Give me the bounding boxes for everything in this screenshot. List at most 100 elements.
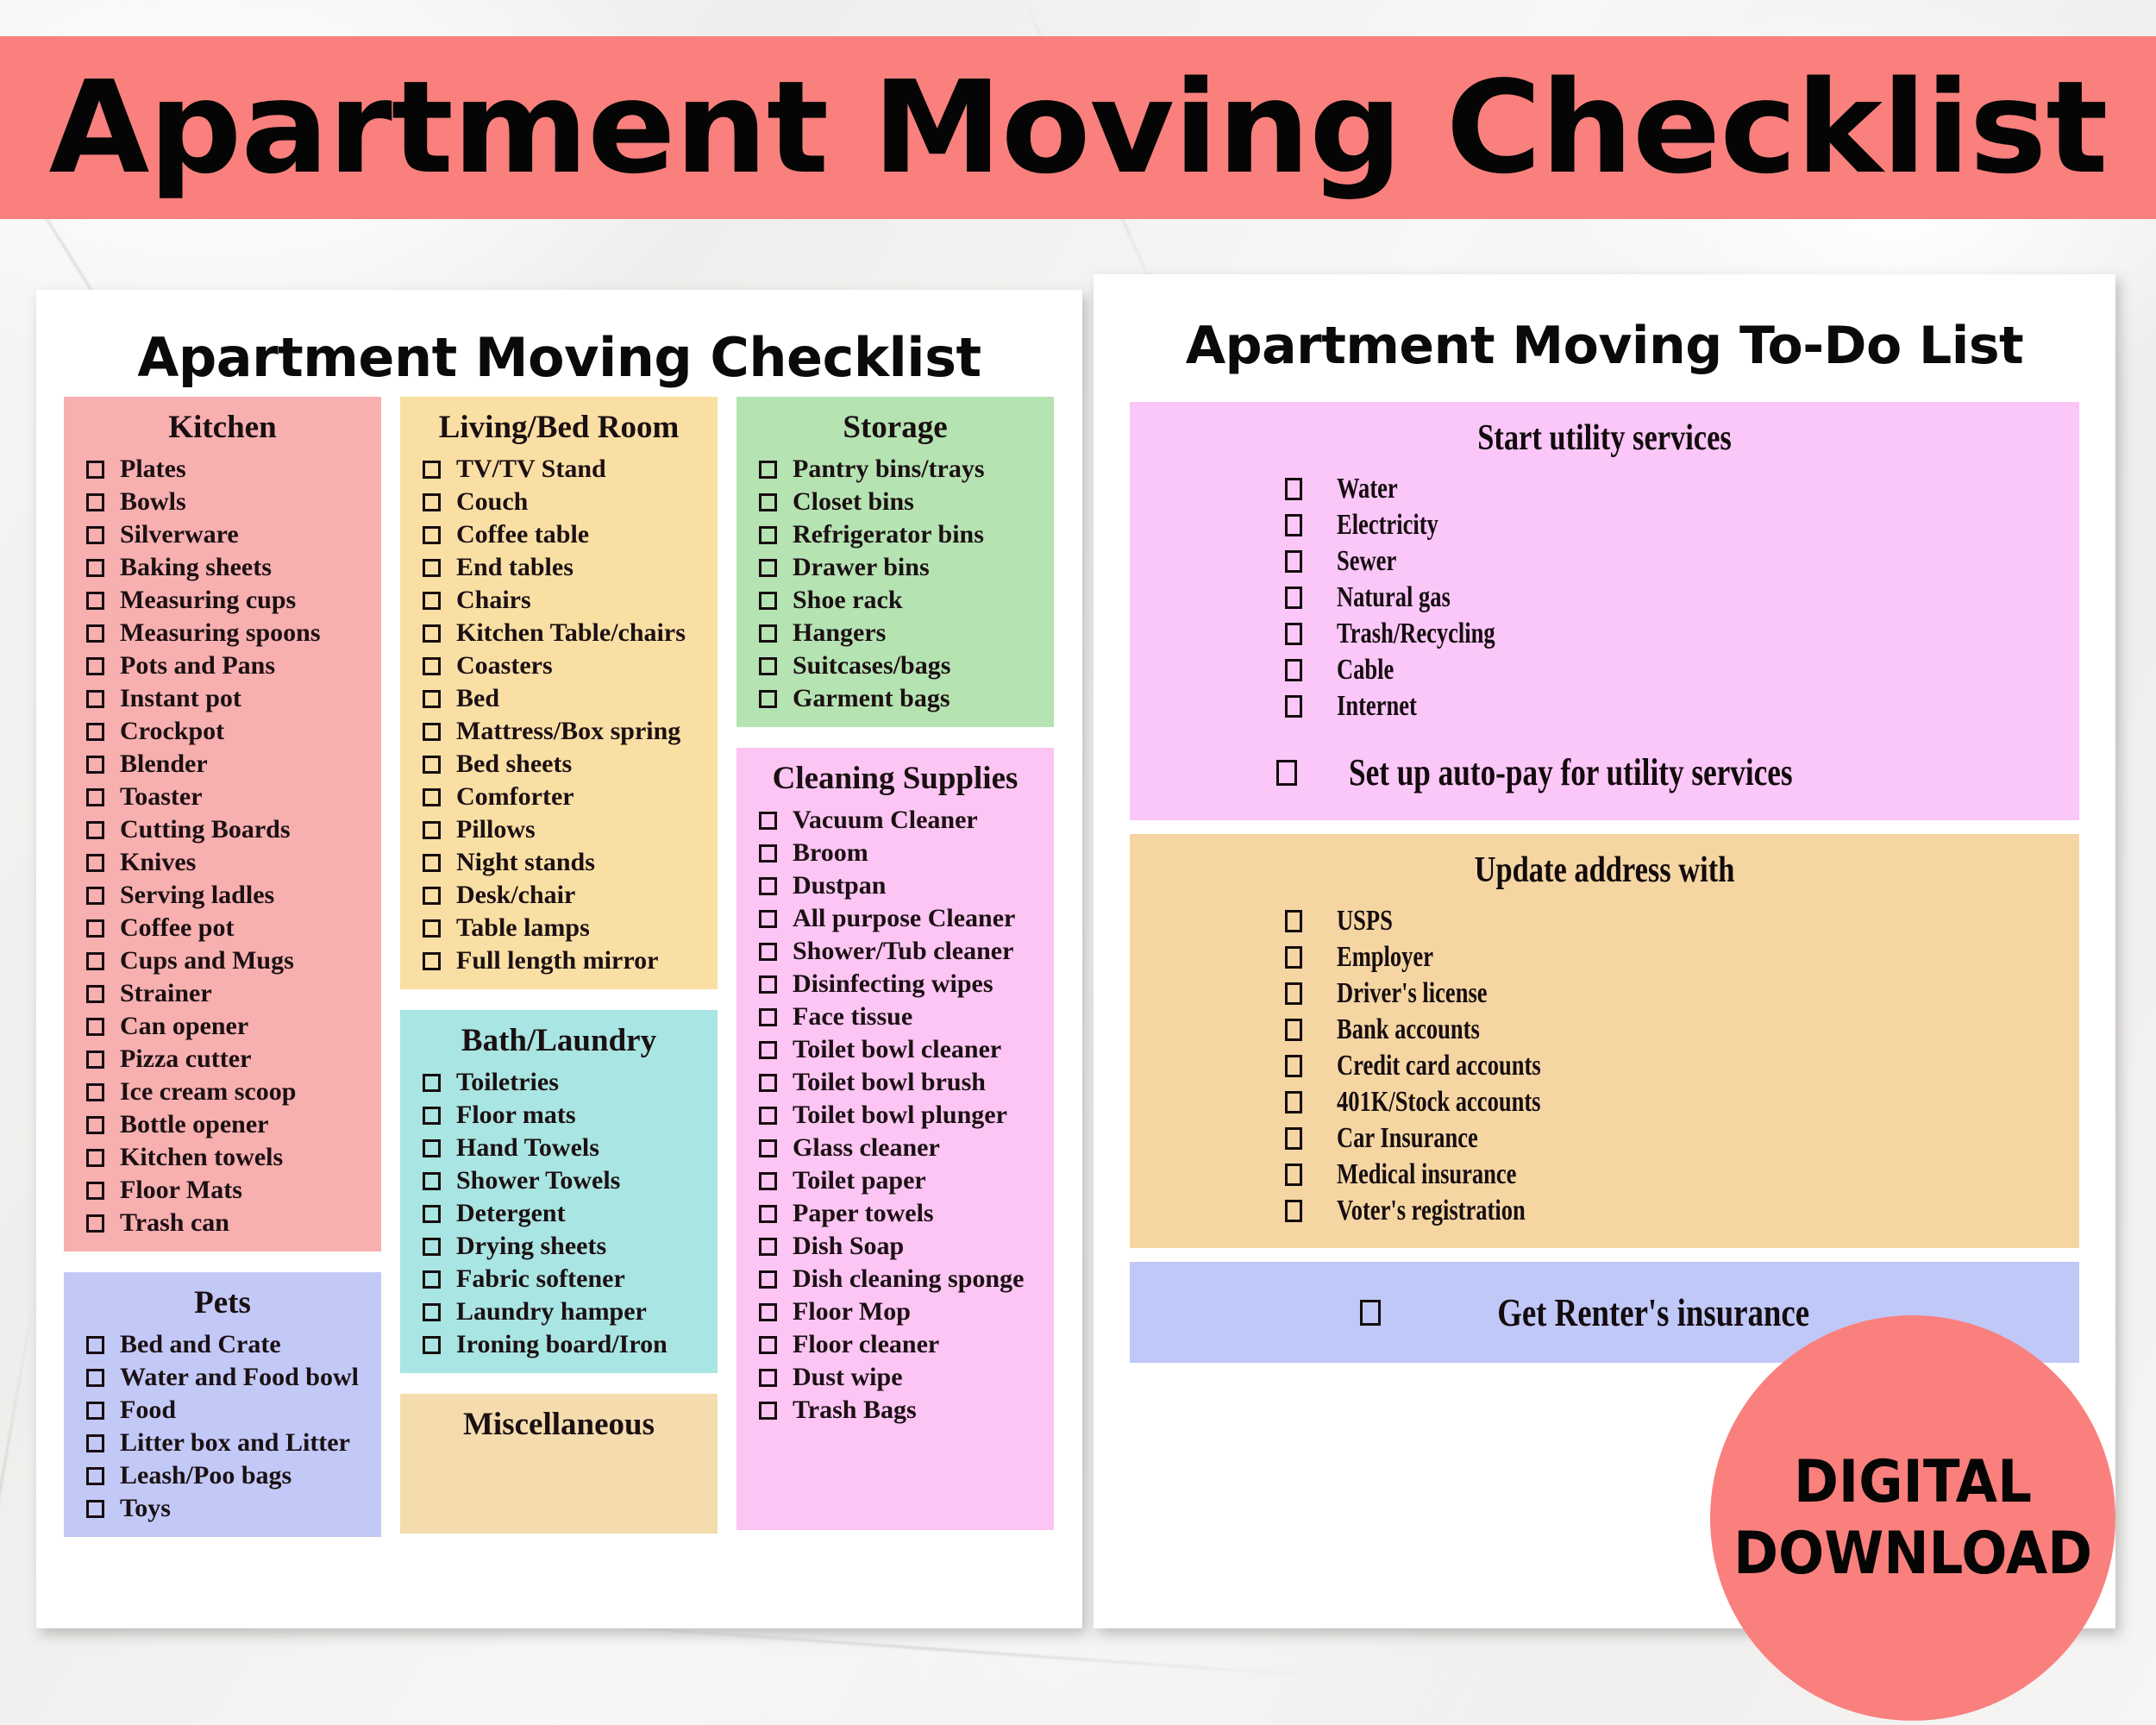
checkbox-icon[interactable] bbox=[759, 1237, 777, 1256]
checklist-item[interactable]: Mattress/Box spring bbox=[400, 715, 718, 748]
checkbox-icon[interactable] bbox=[1285, 1055, 1302, 1077]
checklist-item[interactable]: Coffee table bbox=[400, 518, 718, 551]
checkbox-icon[interactable] bbox=[759, 1138, 777, 1157]
checkbox-icon[interactable] bbox=[759, 942, 777, 961]
checkbox-icon[interactable] bbox=[423, 1335, 441, 1354]
checklist-item[interactable]: Broom bbox=[736, 837, 1054, 869]
checklist-item[interactable]: Toys bbox=[64, 1492, 381, 1525]
checkbox-icon[interactable] bbox=[423, 886, 441, 905]
checkbox-icon[interactable] bbox=[86, 1050, 104, 1069]
checkbox-icon[interactable] bbox=[1360, 1299, 1382, 1326]
checklist-item[interactable]: Couch bbox=[400, 486, 718, 518]
todo-item[interactable]: Internet bbox=[1285, 688, 2079, 724]
checkbox-icon[interactable] bbox=[86, 820, 104, 839]
checkbox-icon[interactable] bbox=[759, 1073, 777, 1092]
checklist-item[interactable]: Crockpot bbox=[64, 715, 381, 748]
checkbox-icon[interactable] bbox=[759, 1368, 777, 1387]
todo-item[interactable]: Trash/Recycling bbox=[1285, 616, 2079, 652]
checkbox-icon[interactable] bbox=[759, 1335, 777, 1354]
checkbox-icon[interactable] bbox=[86, 492, 104, 511]
checkbox-icon[interactable] bbox=[423, 1171, 441, 1190]
checkbox-icon[interactable] bbox=[86, 951, 104, 970]
checklist-item[interactable]: Drawer bins bbox=[736, 551, 1054, 584]
checklist-item[interactable]: Can opener bbox=[64, 1010, 381, 1043]
checklist-item[interactable]: Table lamps bbox=[400, 912, 718, 944]
checklist-item[interactable]: Pizza cutter bbox=[64, 1043, 381, 1076]
checkbox-icon[interactable] bbox=[86, 460, 104, 479]
checkbox-icon[interactable] bbox=[759, 1106, 777, 1125]
checkbox-icon[interactable] bbox=[86, 1433, 104, 1452]
checklist-item[interactable]: End tables bbox=[400, 551, 718, 584]
checklist-item[interactable]: Refrigerator bins bbox=[736, 518, 1054, 551]
checklist-item[interactable]: Baking sheets bbox=[64, 551, 381, 584]
checkbox-icon[interactable] bbox=[1285, 910, 1302, 932]
checklist-item[interactable]: All purpose Cleaner bbox=[736, 902, 1054, 935]
checklist-item[interactable]: Shower Towels bbox=[400, 1164, 718, 1197]
checkbox-icon[interactable] bbox=[86, 1466, 104, 1485]
checkbox-icon[interactable] bbox=[1285, 623, 1302, 645]
checkbox-icon[interactable] bbox=[759, 1401, 777, 1420]
checklist-item[interactable]: Glass cleaner bbox=[736, 1132, 1054, 1164]
checkbox-icon[interactable] bbox=[1285, 659, 1302, 681]
checklist-item[interactable]: Comforter bbox=[400, 781, 718, 813]
todo-item[interactable]: 401K/Stock accounts bbox=[1285, 1084, 2079, 1120]
checkbox-icon[interactable] bbox=[86, 656, 104, 675]
checklist-item[interactable]: Measuring cups bbox=[64, 584, 381, 617]
checklist-item[interactable]: Bed bbox=[400, 682, 718, 715]
checkbox-icon[interactable] bbox=[759, 844, 777, 862]
todo-item[interactable]: Bank accounts bbox=[1285, 1012, 2079, 1048]
checklist-item[interactable]: Litter box and Litter bbox=[64, 1427, 381, 1459]
checklist-item[interactable]: Shower/Tub cleaner bbox=[736, 935, 1054, 968]
todo-item[interactable]: Medical insurance bbox=[1285, 1157, 2079, 1193]
todo-item[interactable]: Voter's registration bbox=[1285, 1193, 2079, 1229]
checkbox-icon[interactable] bbox=[1285, 982, 1302, 1005]
checkbox-icon[interactable] bbox=[86, 1401, 104, 1420]
checklist-item[interactable]: Laundry hamper bbox=[400, 1295, 718, 1328]
checkbox-icon[interactable] bbox=[1285, 946, 1302, 969]
checkbox-icon[interactable] bbox=[423, 492, 441, 511]
checkbox-icon[interactable] bbox=[423, 591, 441, 610]
checkbox-icon[interactable] bbox=[423, 787, 441, 806]
checklist-item[interactable]: Garment bags bbox=[736, 682, 1054, 715]
checkbox-icon[interactable] bbox=[86, 1082, 104, 1101]
todo-item[interactable]: Water bbox=[1285, 471, 2079, 507]
checkbox-icon[interactable] bbox=[86, 1499, 104, 1518]
checklist-item[interactable]: Pantry bins/trays bbox=[736, 453, 1054, 486]
checkbox-icon[interactable] bbox=[86, 722, 104, 741]
todo-item[interactable]: Car Insurance bbox=[1285, 1120, 2079, 1157]
checklist-item[interactable]: Cups and Mugs bbox=[64, 944, 381, 977]
checkbox-icon[interactable] bbox=[86, 558, 104, 577]
checkbox-icon[interactable] bbox=[1285, 1127, 1302, 1150]
checkbox-icon[interactable] bbox=[1276, 759, 1297, 786]
checkbox-icon[interactable] bbox=[86, 591, 104, 610]
checkbox-icon[interactable] bbox=[86, 984, 104, 1003]
checklist-item[interactable]: Dish Soap bbox=[736, 1230, 1054, 1263]
checkbox-icon[interactable] bbox=[423, 722, 441, 741]
checklist-item[interactable]: Coasters bbox=[400, 649, 718, 682]
checklist-item[interactable]: Vacuum Cleaner bbox=[736, 804, 1054, 837]
checkbox-icon[interactable] bbox=[1285, 1091, 1302, 1113]
checkbox-icon[interactable] bbox=[423, 1138, 441, 1157]
checkbox-icon[interactable] bbox=[759, 624, 777, 643]
checklist-item[interactable]: Hand Towels bbox=[400, 1132, 718, 1164]
checkbox-icon[interactable] bbox=[759, 1270, 777, 1289]
checklist-item[interactable]: Toilet bowl cleaner bbox=[736, 1033, 1054, 1066]
todo-item[interactable]: Driver's license bbox=[1285, 975, 2079, 1012]
checklist-item[interactable]: Blender bbox=[64, 748, 381, 781]
checkbox-icon[interactable] bbox=[86, 1335, 104, 1354]
checkbox-icon[interactable] bbox=[423, 460, 441, 479]
todo-item[interactable]: USPS bbox=[1285, 903, 2079, 939]
checklist-item[interactable]: Face tissue bbox=[736, 1000, 1054, 1033]
checklist-item[interactable]: Trash Bags bbox=[736, 1394, 1054, 1427]
checklist-item[interactable]: Floor cleaner bbox=[736, 1328, 1054, 1361]
todo-item[interactable]: Credit card accounts bbox=[1285, 1048, 2079, 1084]
checkbox-icon[interactable] bbox=[86, 919, 104, 938]
checklist-item[interactable]: Bottle opener bbox=[64, 1108, 381, 1141]
checklist-item[interactable]: Shoe rack bbox=[736, 584, 1054, 617]
checkbox-icon[interactable] bbox=[86, 853, 104, 872]
checklist-item[interactable]: TV/TV Stand bbox=[400, 453, 718, 486]
checkbox-icon[interactable] bbox=[759, 909, 777, 928]
checklist-item[interactable]: Ice cream scoop bbox=[64, 1076, 381, 1108]
checklist-item[interactable]: Chairs bbox=[400, 584, 718, 617]
checklist-item[interactable]: Bed sheets bbox=[400, 748, 718, 781]
